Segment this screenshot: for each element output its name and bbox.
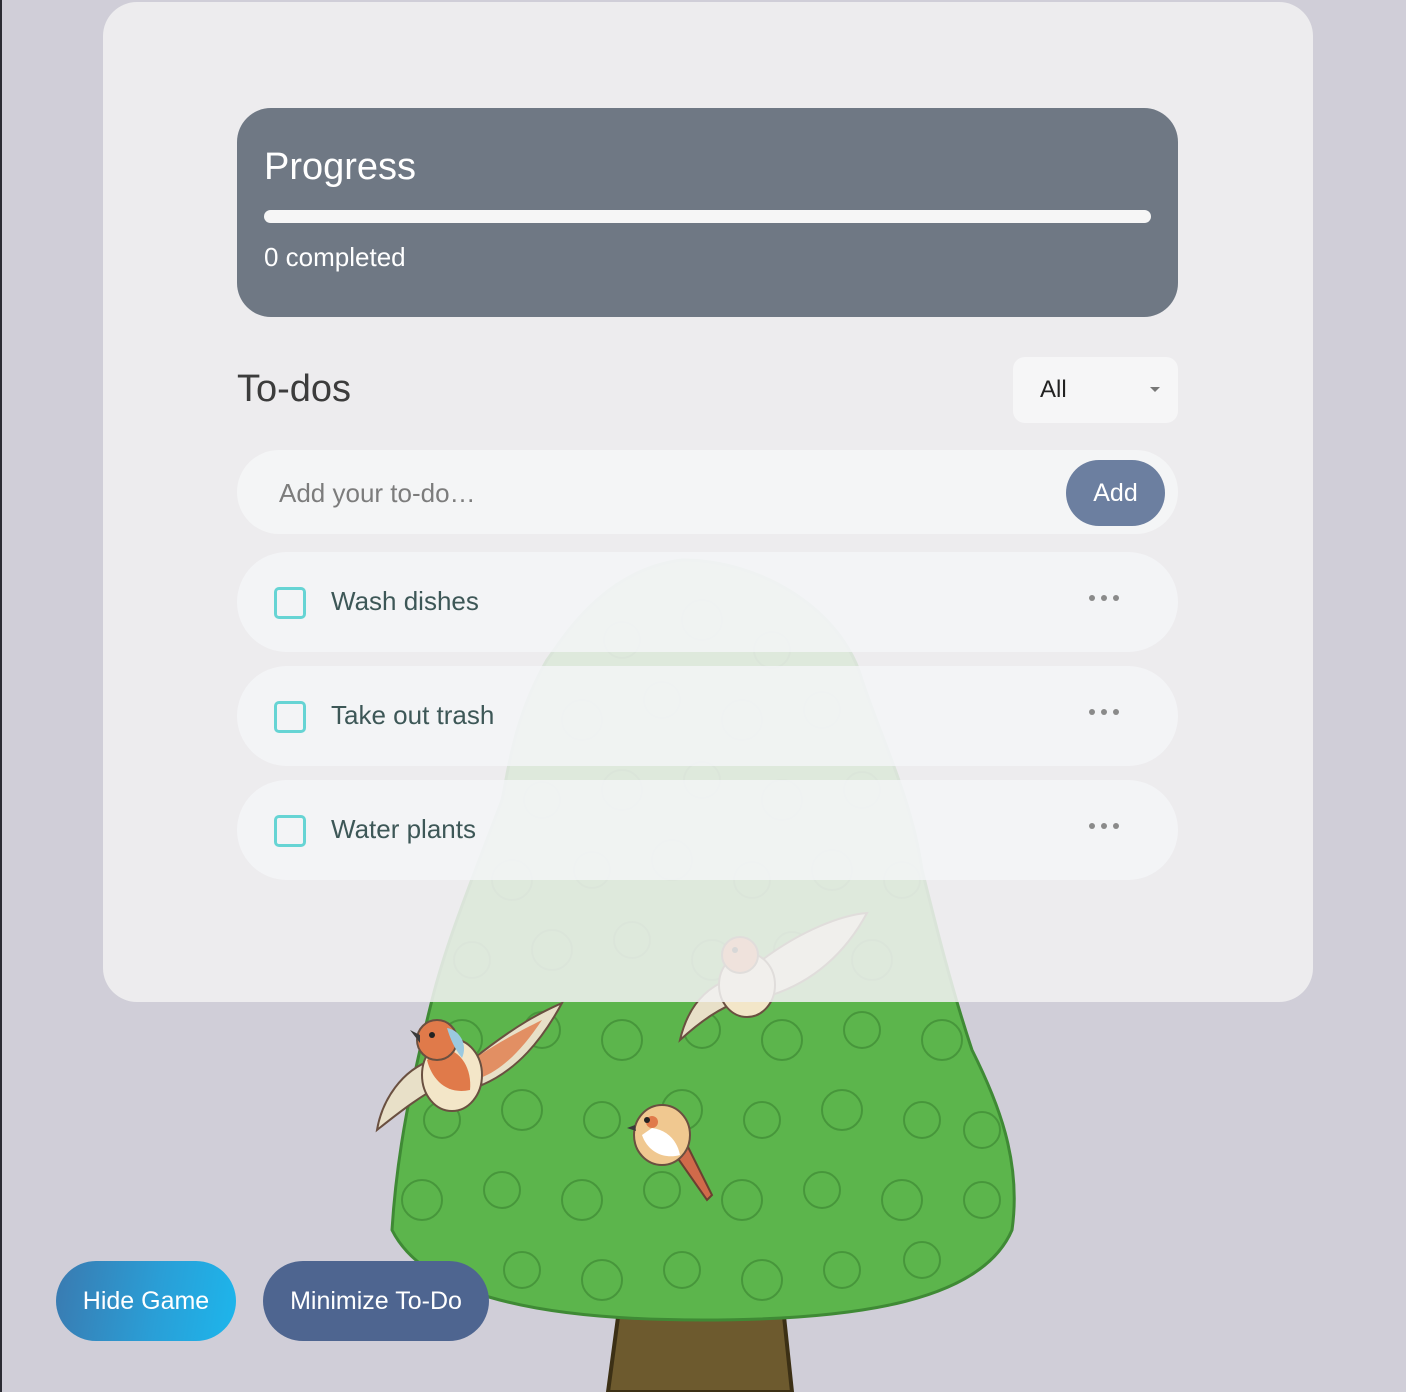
todo-item: Take out trash	[237, 666, 1178, 766]
todo-item: Wash dishes	[237, 552, 1178, 652]
filter-selected-value: All	[1040, 376, 1067, 403]
todo-checkbox[interactable]	[274, 587, 306, 619]
todo-label: Wash dishes	[331, 586, 479, 616]
todo-label: Water plants	[331, 814, 476, 844]
minimize-todo-button[interactable]: Minimize To-Do	[263, 1261, 489, 1341]
todo-item: Water plants	[237, 780, 1178, 880]
caret-down-icon	[1150, 387, 1160, 392]
todo-checkbox[interactable]	[274, 815, 306, 847]
add-todo-row: Add	[237, 450, 1178, 534]
todo-label: Take out trash	[331, 700, 495, 730]
more-options-icon[interactable]	[1089, 702, 1123, 720]
todo-input[interactable]	[277, 470, 1041, 516]
add-button[interactable]: Add	[1066, 460, 1165, 526]
todo-checkbox[interactable]	[274, 701, 306, 733]
filter-select[interactable]: All	[1013, 357, 1178, 423]
todos-title: To-dos	[237, 368, 352, 410]
todo-panel: Progress 0 completed To-dos All Add Wash…	[103, 2, 1313, 1002]
progress-card: Progress 0 completed	[237, 108, 1178, 317]
more-options-icon[interactable]	[1089, 816, 1123, 834]
completed-count: 0 completed	[264, 242, 406, 272]
progress-title: Progress	[264, 146, 417, 188]
hide-game-button[interactable]: Hide Game	[56, 1261, 236, 1341]
more-options-icon[interactable]	[1089, 588, 1123, 606]
progress-bar	[264, 210, 1151, 223]
